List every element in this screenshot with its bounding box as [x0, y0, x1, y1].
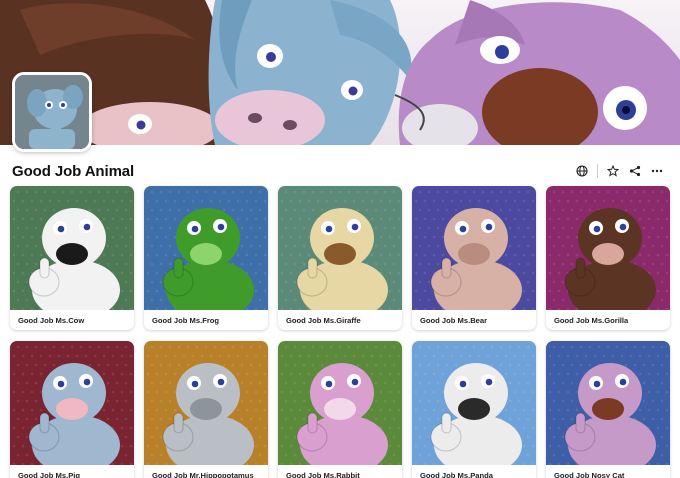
sticker-card[interactable]: Good Job Ms.Rabbit — [278, 341, 402, 478]
sticker-card[interactable]: Good Job Ms.Gorilla — [546, 186, 670, 330]
sticker-thumbnail — [278, 341, 402, 465]
sticker-thumbnail — [412, 341, 536, 465]
sticker-name: Good Job Nosy Cat — [554, 471, 625, 478]
sticker-thumbnail — [278, 186, 402, 310]
sticker-card[interactable]: Good Job Ms.Panda — [412, 341, 536, 478]
avatar-elephant-image — [15, 75, 89, 149]
sticker-thumbnail — [144, 186, 268, 310]
share-icon — [629, 165, 641, 177]
sticker-card[interactable]: Good Job Ms.Frog — [144, 186, 268, 330]
star-button[interactable] — [602, 160, 624, 182]
sticker-thumbnail — [546, 186, 670, 310]
globe-icon — [576, 165, 588, 177]
sticker-card[interactable]: Good Job Nosy Cat — [546, 341, 670, 478]
animal-image — [10, 186, 134, 310]
sticker-thumbnail — [546, 341, 670, 465]
animal-image — [278, 186, 402, 310]
share-button[interactable] — [624, 160, 646, 182]
animal-image — [546, 341, 670, 465]
animal-image — [144, 341, 268, 465]
animal-image — [546, 186, 670, 310]
sticker-card[interactable]: Good Job Mr.Hippopotamus — [144, 341, 268, 478]
page-title: Good Job Animal — [12, 162, 135, 180]
sticker-name: Good Job Ms.Frog — [152, 316, 220, 325]
action-divider — [597, 164, 598, 178]
globe-button[interactable] — [571, 160, 593, 182]
sticker-card[interactable]: Good Job Ms.Bear — [412, 186, 536, 330]
sticker-card[interactable]: Good Job Ms.Giraffe — [278, 186, 402, 330]
banner-image — [0, 0, 680, 145]
sticker-name: Good Job Ms.Pig — [18, 471, 81, 478]
sticker-name: Good Job Mr.Hippopotamus — [152, 471, 254, 478]
more-button[interactable] — [646, 160, 668, 182]
sticker-name: Good Job Ms.Rabbit — [286, 471, 360, 478]
animal-image — [412, 186, 536, 310]
animal-image — [278, 341, 402, 465]
action-bar — [571, 160, 668, 182]
sticker-name: Good Job Ms.Cow — [18, 316, 85, 325]
sticker-thumbnail — [10, 341, 134, 465]
sticker-thumbnail — [412, 186, 536, 310]
sticker-card[interactable]: Good Job Ms.Cow — [10, 186, 134, 330]
animal-image — [144, 186, 268, 310]
sticker-name: Good Job Ms.Bear — [420, 316, 488, 325]
sticker-grid: Good Job Ms.Cow Good Job Ms.Frog Good Job … — [10, 186, 670, 478]
sticker-name: Good Job Ms.Panda — [420, 471, 493, 478]
star-icon — [607, 165, 619, 177]
sticker-thumbnail — [144, 341, 268, 465]
sticker-name: Good Job Ms.Gorilla — [554, 316, 629, 325]
animal-image — [412, 341, 536, 465]
animal-image — [10, 341, 134, 465]
sticker-name: Good Job Ms.Giraffe — [286, 316, 361, 325]
more-horizontal-icon — [651, 169, 663, 173]
title-row: Good Job Animal — [12, 158, 668, 184]
sticker-card[interactable]: Good Job Ms.Pig — [10, 341, 134, 478]
profile-avatar[interactable] — [12, 72, 92, 152]
sticker-thumbnail — [10, 186, 134, 310]
banner-animals-image — [0, 0, 680, 145]
